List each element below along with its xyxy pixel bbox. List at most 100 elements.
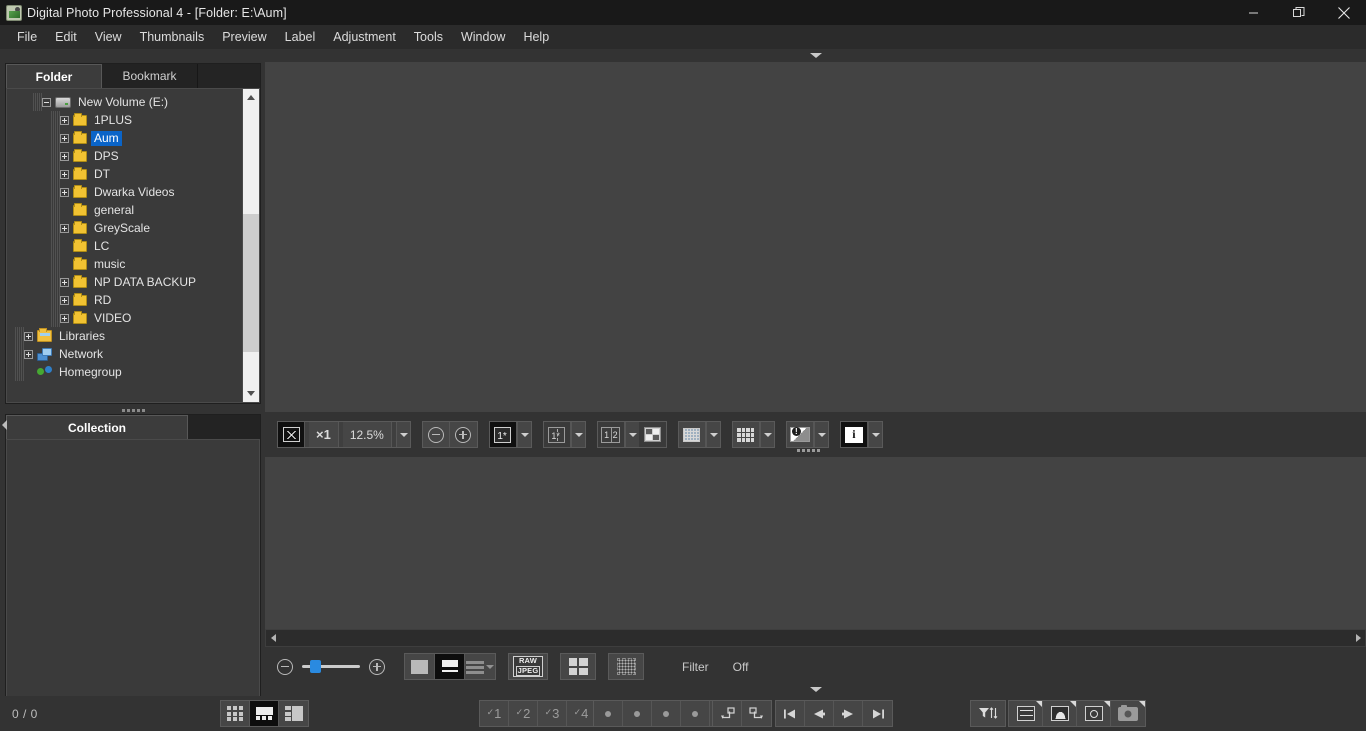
restore-icon[interactable]	[1276, 0, 1321, 25]
tree-item-libraries[interactable]: Libraries	[7, 327, 242, 345]
single-view-chevron-down-icon[interactable]	[516, 422, 531, 447]
rotate-right-icon[interactable]	[742, 701, 771, 726]
tree-item-dwarka-videos[interactable]: Dwarka Videos	[7, 183, 242, 201]
menu-item-view[interactable]: View	[86, 26, 131, 48]
two-image-chevron-down-icon[interactable]	[624, 422, 639, 447]
expand-node-icon[interactable]	[60, 151, 69, 161]
info-panel-icon[interactable]: i	[840, 422, 868, 447]
filter-value[interactable]: Off	[733, 660, 749, 674]
expand-node-icon[interactable]	[60, 115, 69, 125]
tree-item-aum[interactable]: Aum	[7, 129, 242, 147]
scrollbar-thumb[interactable]	[243, 214, 259, 352]
zoom-1x-button[interactable]: ×1	[309, 422, 339, 447]
group-images-icon[interactable]	[561, 654, 595, 679]
tab-collection[interactable]: Collection	[6, 415, 188, 439]
two-image-compare-icon[interactable]: 1 2	[597, 422, 625, 447]
go-previous-icon[interactable]	[805, 701, 834, 726]
close-icon[interactable]	[1321, 0, 1366, 25]
grid-chevron-down-icon[interactable]	[705, 422, 720, 447]
menu-item-adjustment[interactable]: Adjustment	[324, 26, 405, 48]
horizontal-scroll-track[interactable]	[280, 630, 1351, 646]
collapse-preview-button[interactable]	[265, 49, 1366, 62]
menu-item-help[interactable]: Help	[514, 26, 558, 48]
select-all-icon[interactable]	[609, 654, 643, 679]
tree-item-new-volume-e[interactable]: New Volume (E:)	[7, 93, 242, 111]
tree-item-general[interactable]: general	[7, 201, 242, 219]
fit-to-window-icon[interactable]	[278, 422, 305, 447]
expand-node-icon[interactable]	[24, 349, 33, 359]
collapse-thumbnail-button[interactable]	[265, 682, 1366, 696]
rotate-left-icon[interactable]	[713, 701, 742, 726]
thumbnail-large-icon[interactable]	[405, 654, 435, 679]
expand-node-icon[interactable]	[60, 223, 69, 233]
thumbnail-zoom-in-icon[interactable]	[369, 658, 386, 675]
highlight-shadow-chevron-down-icon[interactable]	[813, 422, 828, 447]
preview-resize-grip[interactable]	[797, 449, 820, 452]
folder-tree[interactable]: New Volume (E:) 1PLUS Aum DPS DT Dwarka Video…	[7, 89, 242, 402]
label-dot-1[interactable]	[594, 701, 623, 726]
menu-item-window[interactable]: Window	[452, 26, 514, 48]
tree-item-dt[interactable]: DT	[7, 165, 242, 183]
tree-item-greyscale[interactable]: GreyScale	[7, 219, 242, 237]
tree-item-rd[interactable]: RD	[7, 291, 242, 309]
zoom-in-icon[interactable]	[449, 422, 477, 447]
single-image-view-icon[interactable]: 1*	[489, 422, 517, 447]
scroll-right-icon[interactable]	[1351, 630, 1365, 646]
zoom-out-icon[interactable]	[422, 422, 450, 447]
tab-bookmark[interactable]: Bookmark	[102, 64, 198, 88]
tree-item-1plus[interactable]: 1PLUS	[7, 111, 242, 129]
tree-item-music[interactable]: music	[7, 255, 242, 273]
tree-item-np-data-backup[interactable]: NP DATA BACKUP	[7, 273, 242, 291]
tree-item-dps[interactable]: DPS	[7, 147, 242, 165]
grid-overlay-icon[interactable]	[678, 422, 706, 447]
tab-folder[interactable]: Folder	[6, 64, 102, 88]
layout-thumbnail-icon[interactable]	[221, 701, 250, 726]
go-next-icon[interactable]	[834, 701, 863, 726]
tree-item-network[interactable]: Network	[7, 345, 242, 363]
expand-node-icon[interactable]	[60, 133, 69, 143]
thumbnail-canvas[interactable]	[265, 457, 1366, 629]
thumbnail-with-info-icon[interactable]	[435, 654, 465, 679]
scroll-up-icon[interactable]	[243, 89, 259, 106]
scroll-left-icon[interactable]	[266, 630, 280, 646]
tree-item-lc[interactable]: LC	[7, 237, 242, 255]
collection-list[interactable]	[6, 439, 260, 715]
layout-side-by-side-icon[interactable]	[279, 701, 308, 726]
expand-node-icon[interactable]	[60, 187, 69, 197]
thumbnail-zoom-out-icon[interactable]	[277, 658, 293, 675]
thumbnail-size-slider[interactable]	[302, 660, 360, 673]
rating-1-button[interactable]: ✓ 1	[480, 701, 509, 726]
info-chevron-down-icon[interactable]	[867, 422, 882, 447]
tree-item-video[interactable]: VIDEO	[7, 309, 242, 327]
preview-canvas[interactable]	[265, 62, 1366, 412]
sort-filter-icon[interactable]	[971, 701, 1005, 726]
go-first-icon[interactable]	[776, 701, 805, 726]
rating-3-button[interactable]: ✓ 3	[538, 701, 567, 726]
zoom-level-value[interactable]: 12.5%	[342, 422, 392, 447]
go-last-icon[interactable]	[863, 701, 892, 726]
tree-item-homegroup[interactable]: Homegroup	[7, 363, 242, 381]
thumbnail-list-icon[interactable]	[465, 654, 495, 679]
menu-item-file[interactable]: File	[8, 26, 46, 48]
menu-item-preview[interactable]: Preview	[213, 26, 275, 48]
rating-2-button[interactable]: ✓ 2	[509, 701, 538, 726]
label-dot-3[interactable]	[652, 701, 681, 726]
expand-node-icon[interactable]	[60, 295, 69, 305]
adjustment-tool-icon[interactable]	[1009, 701, 1043, 726]
expand-node-icon[interactable]	[24, 331, 33, 341]
minimize-icon[interactable]	[1231, 0, 1276, 25]
quick-check-camera-icon[interactable]	[1111, 701, 1145, 726]
thumbnail-horizontal-scrollbar[interactable]	[265, 629, 1366, 647]
layout-preview-icon[interactable]	[250, 701, 279, 726]
before-after-split-icon[interactable]: 1*	[543, 422, 571, 447]
expand-node-icon[interactable]	[60, 313, 69, 323]
raw-jpeg-toggle-icon[interactable]: RAW JPEG	[509, 654, 547, 679]
aspect-ratio-chevron-down-icon[interactable]	[759, 422, 774, 447]
highlight-shadow-warning-icon[interactable]	[786, 422, 814, 447]
collapse-node-icon[interactable]	[42, 97, 51, 107]
slider-handle[interactable]	[310, 660, 321, 673]
menu-item-tools[interactable]: Tools	[405, 26, 452, 48]
before-after-chevron-down-icon[interactable]	[570, 422, 585, 447]
label-dot-4[interactable]	[681, 701, 710, 726]
stamp-tool-icon[interactable]	[1077, 701, 1111, 726]
